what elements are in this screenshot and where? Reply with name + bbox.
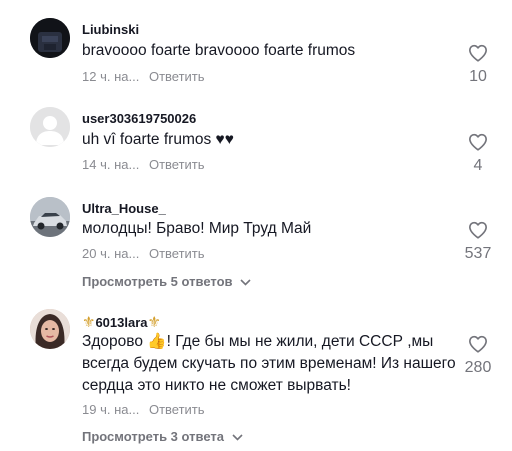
reply-button[interactable]: Ответить [149,402,205,417]
comment-author[interactable]: Ultra_House_ [82,201,166,216]
comment-author-name: 6013lara [95,315,148,330]
comment-author[interactable]: Liubinski [82,22,139,37]
car-avatar-icon [30,197,70,237]
like-count: 10 [469,68,487,85]
heart-icon [469,335,487,353]
comment-text-start: Здорово [82,333,143,350]
thumbs-up-icon: 👍 [147,333,167,350]
view-replies-label: Просмотреть 3 ответа [82,429,224,444]
comment-meta: 19 ч. на... Ответить [82,402,205,417]
fleur-de-lis-icon: ⚜ [82,314,96,331]
like-count: 280 [464,359,492,376]
like-count: 4 [473,157,483,174]
like-button[interactable]: 280 [458,335,498,377]
comment-text: uh vî foarte frumos ♥♥ [82,131,234,148]
comment-meta: 14 ч. на... Ответить [82,157,205,172]
comment-time: 19 ч. на... [82,402,140,417]
fleur-de-lis-icon: ⚜ [147,314,161,331]
heart-icon [469,221,487,239]
comment-text: Здорово 👍! Где бы мы не жили, дети СССР … [82,331,462,397]
woman-portrait-avatar-icon [30,309,70,349]
avatar[interactable] [30,107,70,147]
like-button[interactable]: 4 [458,133,498,175]
heart-icon [469,133,487,151]
heart-icon [469,44,487,62]
comment-time: 12 ч. на... [82,69,140,84]
comment-text: молодцы! Браво! Мир Труд Май [82,220,312,237]
reply-button[interactable]: Ответить [149,69,205,84]
like-button[interactable]: 10 [458,44,498,86]
comment-author[interactable]: user303619750026 [82,111,196,126]
like-button[interactable]: 537 [458,221,498,263]
dark-portrait-avatar-icon [30,18,70,58]
avatar[interactable] [30,18,70,58]
view-replies-label: Просмотреть 5 ответов [82,274,233,289]
comment-time: 14 ч. на... [82,157,140,172]
reply-button[interactable]: Ответить [149,157,205,172]
comment-meta: 20 ч. на... Ответить [82,246,205,261]
chevron-down-icon [232,434,243,441]
comment-time: 20 ч. на... [82,246,140,261]
comment-author[interactable]: ⚜6013lara⚜ [82,313,161,331]
avatar[interactable] [30,197,70,237]
reply-button[interactable]: Ответить [149,246,205,261]
comment-text: bravoooo foarte bravoooo foarte frumos [82,42,356,59]
like-count: 537 [464,245,492,262]
comment-meta: 12 ч. на... Ответить [82,69,205,84]
avatar[interactable] [30,309,70,349]
view-replies-button[interactable]: Просмотреть 5 ответов [82,274,251,289]
view-replies-button[interactable]: Просмотреть 3 ответа [82,429,243,444]
chevron-down-icon [240,279,251,286]
default-user-avatar-icon [30,107,70,147]
